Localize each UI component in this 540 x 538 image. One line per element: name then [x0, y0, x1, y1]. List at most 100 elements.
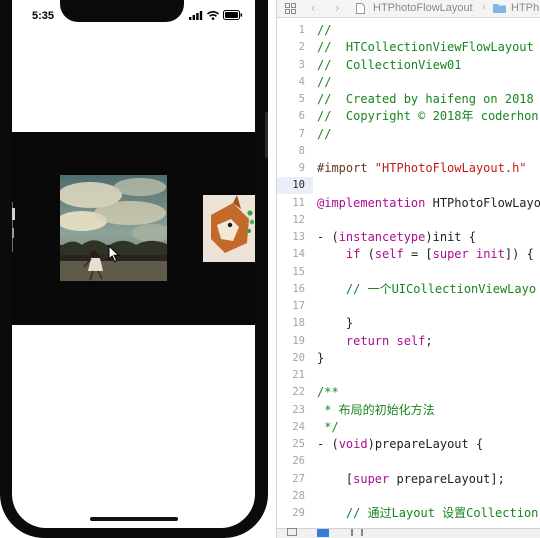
mouse-cursor-icon — [108, 245, 120, 263]
line-code: return self; — [317, 333, 433, 350]
code-token: - ( — [317, 437, 339, 451]
line-number: 17 — [292, 300, 305, 312]
line-number: 22 — [292, 386, 305, 399]
code-line[interactable]: 9 #import "HTPhotoFlowLayout.h" — [277, 160, 540, 177]
breadcrumb-file[interactable]: HTPhotoFlowLayout — [373, 2, 473, 14]
code-line[interactable]: 1 // — [277, 22, 540, 39]
debug-toolbar — [277, 528, 540, 538]
code-token: */ — [317, 419, 339, 434]
line-code: [super prepareLayout]; — [317, 471, 505, 488]
code-line[interactable]: 12 — [277, 212, 540, 229]
code-token: * 布局的初始化方法 — [317, 402, 435, 417]
photo-collection-view[interactable] — [12, 132, 255, 325]
line-number: 13 — [292, 231, 305, 243]
line-code: */ — [317, 419, 339, 436]
line-code: // HTCollectionViewFlowLayout — [317, 39, 534, 56]
line-code: } — [317, 350, 324, 367]
forward-arrow-icon[interactable]: › — [335, 0, 339, 15]
code-line[interactable]: 6 // Copyright © 2018年 coderhon — [277, 108, 540, 125]
code-editor[interactable]: ‹ › HTPhotoFlowLayout › HTPh 1 // 2 // HTCo… — [276, 0, 540, 538]
code-line[interactable]: 27 [super prepareLayout]; — [277, 471, 540, 488]
code-token: ]) { — [504, 247, 534, 262]
code-token: = [ — [403, 247, 433, 262]
line-number: 11 — [292, 196, 305, 209]
code-line[interactable]: 20} — [277, 350, 540, 367]
line-number: 1 — [298, 24, 305, 36]
line-code: if (self = [super init]) { — [317, 246, 534, 263]
code-line[interactable]: 22 /** — [277, 384, 540, 401]
code-line[interactable]: 11 @implementation HTPhotoFlowLayo — [277, 195, 540, 212]
line-number: 3 — [298, 58, 305, 71]
code-token: - ( — [317, 230, 339, 244]
code-token: // 一个UICollectionViewLayo — [317, 281, 537, 296]
code-token: // CollectionView01 — [317, 57, 462, 72]
photo-left-image — [12, 202, 15, 252]
code-line[interactable]: 26 — [277, 453, 540, 470]
breadcrumb-separator-icon: › — [482, 1, 486, 13]
debug-area-toggle-icon[interactable] — [287, 528, 297, 536]
line-code: // CollectionView01 — [317, 57, 462, 74]
home-indicator[interactable] — [90, 517, 178, 521]
code-line[interactable]: 4 // — [277, 74, 540, 91]
line-code: - (instancetype)init { — [317, 229, 476, 246]
status-time: 5:35 — [32, 10, 55, 22]
code-token: "HTPhotoFlowLayout.h" — [374, 161, 527, 175]
photo-card-right[interactable] — [203, 195, 255, 262]
line-number: 26 — [292, 455, 305, 468]
line-number: 12 — [292, 213, 305, 226]
code-line[interactable]: 3 // CollectionView01 — [277, 57, 540, 74]
code-line[interactable]: 15 — [277, 264, 540, 281]
code-line[interactable]: 19 return self; — [277, 333, 540, 350]
line-number: 19 — [292, 334, 305, 347]
line-number: 20 — [292, 351, 305, 364]
code-token: )prepareLayout { — [367, 437, 484, 451]
code-token: self — [374, 247, 404, 262]
line-number: 15 — [292, 265, 305, 278]
pause-icon[interactable] — [351, 529, 363, 536]
code-line[interactable]: 8 — [277, 143, 540, 160]
wifi-icon — [207, 10, 219, 20]
breakpoints-toggle-icon[interactable] — [317, 529, 329, 537]
line-code: /** — [317, 384, 339, 401]
line-number: 16 — [292, 282, 305, 295]
battery-icon — [223, 10, 243, 20]
code-token: // — [317, 126, 332, 141]
code-line[interactable]: 29 // 通过Layout 设置Collection — [277, 505, 540, 522]
photo-card-left[interactable] — [12, 202, 16, 252]
code-token: return — [345, 333, 390, 348]
code-line[interactable]: 5 // Created by haifeng on 2018 — [277, 91, 540, 108]
code-line[interactable]: 24 */ — [277, 419, 540, 436]
code-line[interactable]: 25 - (void)prepareLayout { — [277, 436, 540, 453]
code-line[interactable]: 7 // — [277, 126, 540, 143]
code-token: void — [338, 437, 368, 451]
code-token: // HTCollectionViewFlowLayout — [317, 40, 534, 55]
code-line[interactable]: 18 } — [277, 315, 540, 332]
code-token: #import — [317, 161, 375, 175]
code-line[interactable]: 21 — [277, 367, 540, 384]
line-code: * 布局的初始化方法 — [317, 402, 435, 419]
line-number: 4 — [298, 75, 305, 88]
code-line[interactable]: 10 — [277, 177, 540, 195]
code-token: if — [345, 247, 361, 262]
photo-fox-image — [203, 195, 255, 262]
code-token: super — [353, 471, 390, 486]
back-arrow-icon[interactable]: ‹ — [311, 0, 315, 15]
line-code: // 一个UICollectionViewLayo — [317, 281, 536, 298]
line-number: 23 — [292, 403, 305, 416]
line-code: // Copyright © 2018年 coderhon — [317, 108, 539, 125]
iphone-simulator: 5:35 — [0, 0, 268, 538]
code-line[interactable]: 2 // HTCollectionViewFlowLayout — [277, 39, 540, 56]
code-line[interactable]: 23 * 布局的初始化方法 — [277, 402, 540, 419]
photo-card-center[interactable] — [60, 175, 167, 281]
signal-icon — [189, 10, 203, 20]
code-line[interactable]: 16 // 一个UICollectionViewLayo — [277, 281, 540, 298]
code-line[interactable]: 13 - (instancetype)init { — [277, 229, 540, 246]
breadcrumb-next[interactable]: HTPh — [511, 2, 539, 14]
code-line[interactable]: 28 — [277, 488, 540, 505]
code-line[interactable]: 14 if (self = [super init]) { — [277, 246, 540, 263]
code-token: // Copyright © 2018年 coderhon — [317, 109, 539, 124]
code-line[interactable]: 17 — [277, 298, 540, 315]
related-items-grid-icon[interactable] — [285, 3, 296, 14]
